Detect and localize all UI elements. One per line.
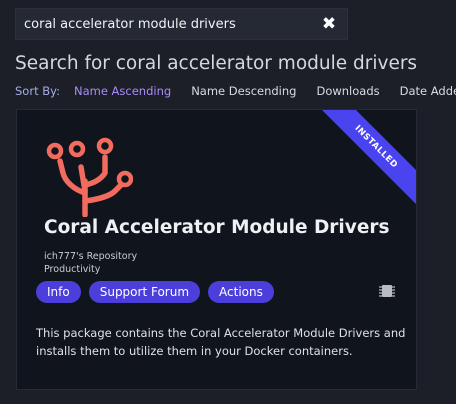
app-card: INSTALLED Coral Accelerator Module Drive… [16,109,417,390]
sort-bar: Sort By: Name Ascending Name Descending … [15,84,456,98]
sort-name-descending[interactable]: Name Descending [191,84,296,98]
repository-label: ich777's Repository [44,251,138,262]
close-icon[interactable]: ✖ [319,14,339,34]
installed-ribbon: INSTALLED [300,110,416,223]
category-label: Productivity [44,264,101,275]
sort-date-added[interactable]: Date Added [400,84,456,98]
chip-icon [379,285,395,297]
support-forum-button[interactable]: Support Forum [88,281,201,303]
sort-name-ascending[interactable]: Name Ascending [74,84,171,98]
sort-label: Sort By: [15,84,60,98]
actions-button[interactable]: Actions [208,281,274,303]
card-actions: Info Support Forum Actions [36,281,282,303]
app-description: This package contains the Coral Accelera… [36,326,406,358]
sort-downloads[interactable]: Downloads [316,84,379,98]
app-title: Coral Accelerator Module Drivers [44,217,390,238]
search-input[interactable] [24,16,319,32]
search-box[interactable]: ✖ [15,8,348,40]
info-button[interactable]: Info [36,281,81,303]
coral-logo-icon [46,137,133,217]
page-title: Search for coral accelerator module driv… [15,53,418,74]
